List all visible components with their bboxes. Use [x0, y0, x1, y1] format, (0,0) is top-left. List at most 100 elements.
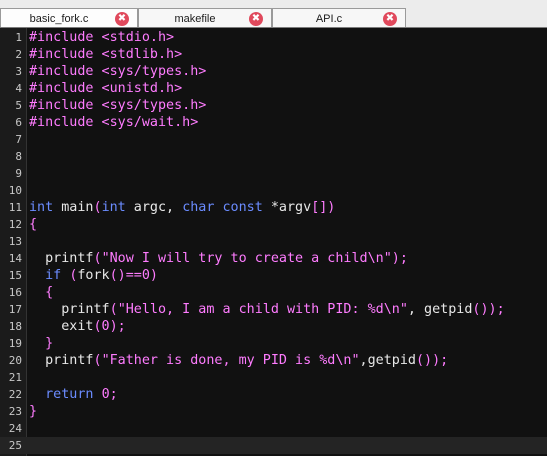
code-line[interactable]: 11 int main(int argc, char const *argv[])	[0, 199, 547, 216]
code-token: ()==0)	[109, 268, 158, 283]
code-text: #include <stdio.h>	[29, 29, 174, 46]
code-text: printf("Now I will try to create a child…	[29, 250, 408, 267]
code-text: {	[29, 284, 53, 301]
code-token: }	[29, 404, 38, 419]
code-token: char const	[182, 200, 263, 215]
tab-api-c[interactable]: API.c ✖	[272, 8, 406, 28]
code-line[interactable]: 16 {	[0, 284, 547, 301]
tab-label: API.c	[315, 13, 343, 25]
code-token: {	[29, 217, 38, 232]
code-token: return	[29, 387, 94, 402]
line-number: 4	[15, 82, 22, 95]
code-token: printf	[29, 302, 110, 317]
code-line[interactable]: 25	[0, 437, 547, 454]
line-number: 15	[8, 269, 22, 282]
code-text: printf("Hello, I am a child with PID: %d…	[29, 301, 505, 318]
line-number: 25	[8, 439, 22, 452]
code-text: #include <sys/types.h>	[29, 97, 206, 114]
line-number: 20	[8, 354, 22, 367]
code-token: *argv	[262, 200, 312, 215]
code-token: ());	[472, 302, 505, 317]
line-number: 21	[8, 371, 22, 384]
code-line[interactable]: 19 }	[0, 335, 547, 352]
close-icon[interactable]: ✖	[383, 12, 397, 26]
code-token: "Father is done, my PID is %d\n"	[101, 353, 360, 368]
code-text: }	[29, 403, 37, 420]
code-line[interactable]: 24	[0, 420, 547, 437]
code-line[interactable]: 3 #include <sys/types.h>	[0, 63, 547, 80]
code-token: ());	[415, 353, 449, 368]
close-icon[interactable]: ✖	[249, 12, 263, 26]
code-text: if (fork()==0)	[29, 267, 158, 284]
line-number: 7	[15, 133, 22, 146]
code-text: exit(0);	[29, 318, 126, 335]
code-line[interactable]: 10	[0, 182, 547, 199]
code-text: int main(int argc, char const *argv[])	[29, 199, 335, 216]
code-token: fork	[77, 268, 110, 283]
line-number: 1	[15, 31, 22, 44]
line-number: 22	[8, 388, 22, 401]
code-line[interactable]: 12 {	[0, 216, 547, 233]
code-token: }	[29, 336, 54, 351]
code-token: (	[93, 251, 102, 266]
code-token: #include <stdlib.h>	[29, 47, 183, 62]
code-token: , getpid	[407, 302, 473, 317]
line-number: 8	[15, 150, 22, 163]
code-text: printf("Father is done, my PID is %d\n",…	[29, 352, 448, 369]
code-token: (	[109, 302, 118, 317]
code-token: "Now I will try to create a child\n"	[101, 251, 392, 266]
code-line[interactable]: 22 return 0;	[0, 386, 547, 403]
tab-label: makefile	[174, 13, 216, 25]
code-line[interactable]: 9	[0, 165, 547, 182]
code-token: 0	[101, 387, 110, 402]
code-token: argc,	[125, 200, 183, 215]
code-token: #include <stdio.h>	[29, 30, 175, 45]
code-token: int	[101, 200, 126, 215]
line-number: 24	[8, 422, 22, 435]
code-token: #include <sys/types.h>	[29, 64, 207, 79]
line-number: 3	[15, 65, 22, 78]
code-token: if	[29, 268, 62, 283]
code-line[interactable]: 18 exit(0);	[0, 318, 547, 335]
code-token: ,getpid	[359, 353, 416, 368]
code-token: printf	[29, 353, 94, 368]
code-line[interactable]: 20 printf("Father is done, my PID is %d\…	[0, 352, 547, 369]
code-line[interactable]: 21	[0, 369, 547, 386]
code-token: #include <sys/types.h>	[29, 98, 207, 113]
close-icon[interactable]: ✖	[115, 12, 129, 26]
code-editor[interactable]: 1 #include <stdio.h> 2 #include <stdlib.h> 3…	[0, 28, 547, 456]
code-line[interactable]: 5 #include <sys/types.h>	[0, 97, 547, 114]
line-number: 16	[8, 286, 22, 299]
code-token: #include <sys/wait.h>	[29, 115, 199, 130]
code-line[interactable]: 8	[0, 148, 547, 165]
code-token: #include <unistd.h>	[29, 81, 183, 96]
code-line[interactable]: 2 #include <stdlib.h>	[0, 46, 547, 63]
code-line[interactable]: 17 printf("Hello, I am a child with PID:…	[0, 301, 547, 318]
code-token: (0);	[93, 319, 126, 334]
line-number: 6	[15, 116, 22, 129]
code-line[interactable]: 7	[0, 131, 547, 148]
code-line[interactable]: 23}	[0, 403, 547, 420]
code-text: #include <unistd.h>	[29, 80, 182, 97]
code-line[interactable]: 6 #include <sys/wait.h>	[0, 114, 547, 131]
code-text: #include <sys/wait.h>	[29, 114, 198, 131]
code-line[interactable]: 14 printf("Now I will try to create a ch…	[0, 250, 547, 267]
code-line[interactable]: 13	[0, 233, 547, 250]
tab-basic-fork-c[interactable]: basic_fork.c ✖	[0, 8, 138, 28]
code-token: [])	[311, 200, 336, 215]
tab-bar: basic_fork.c ✖ makefile ✖ API.c ✖	[0, 0, 547, 28]
code-line[interactable]: 15 if (fork()==0)	[0, 267, 547, 284]
code-text: {	[29, 216, 37, 233]
line-number: 5	[15, 99, 22, 112]
code-line[interactable]: 1 #include <stdio.h>	[0, 29, 547, 46]
code-token: (	[93, 200, 102, 215]
code-token: exit	[29, 319, 94, 334]
code-line[interactable]: 4 #include <unistd.h>	[0, 80, 547, 97]
line-number: 2	[15, 48, 22, 61]
code-token: int	[29, 200, 54, 215]
line-number: 11	[8, 201, 22, 214]
line-number: 10	[8, 184, 22, 197]
tab-makefile[interactable]: makefile ✖	[138, 8, 272, 28]
line-number: 19	[8, 337, 22, 350]
